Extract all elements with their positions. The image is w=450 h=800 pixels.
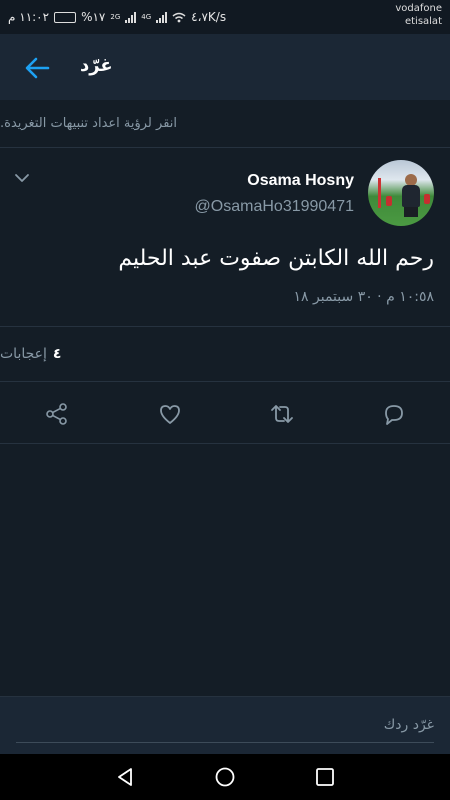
chevron-down-icon[interactable] <box>14 172 30 184</box>
share-icon[interactable] <box>44 401 70 427</box>
battery-level: %١٧ <box>81 10 106 24</box>
author-handle[interactable]: @OsamaHo31990471 <box>195 198 354 216</box>
back-arrow-icon[interactable] <box>24 55 50 81</box>
tweet-timestamp: ١٠:٥٨ م · ٣٠ سبتمبر ١٨ <box>293 289 434 305</box>
page-title: غرّد <box>80 55 113 76</box>
carrier-name-1: vodafone <box>395 3 442 14</box>
signal-icon <box>125 11 137 23</box>
tweet-activity-prompt-text: انقر لرؤية اعداد تنبيهات التغريدة. <box>0 116 178 131</box>
clock: ١١:٠٢ م <box>8 10 50 24</box>
avatar[interactable] <box>368 160 434 226</box>
nav-recents-icon[interactable] <box>314 766 336 788</box>
author-display-name[interactable]: Osama Hosny <box>247 172 354 190</box>
status-indicators: ١١:٠٢ م %١٧ 2G 4G ٤،٧K/s <box>8 10 226 24</box>
like-icon[interactable] <box>157 401 183 427</box>
network-4g-label: 4G <box>141 13 152 21</box>
retweet-icon[interactable] <box>269 401 295 427</box>
likes-summary[interactable]: ٤ إعجابات <box>0 326 450 382</box>
nav-back-icon[interactable] <box>114 766 136 788</box>
likes-count: ٤ <box>52 346 62 362</box>
signal-icon-2 <box>156 11 168 23</box>
system-navigation-bar <box>0 754 450 800</box>
wifi-icon <box>172 12 186 22</box>
app-header: غرّد <box>0 34 450 100</box>
network-speed: ٤،٧K/s <box>191 10 227 24</box>
nav-home-icon[interactable] <box>214 766 236 788</box>
reply-input[interactable] <box>16 707 434 743</box>
likes-label: إعجابات <box>0 346 47 362</box>
tweet-activity-prompt[interactable]: انقر لرؤية اعداد تنبيهات التغريدة. <box>0 100 450 148</box>
network-2g-label: 2G <box>110 13 121 21</box>
carrier-info: vodafone etisalat <box>395 2 442 28</box>
status-bar: ١١:٠٢ م %١٧ 2G 4G ٤،٧K/s vodafone etisal… <box>0 0 450 34</box>
reply-composer <box>0 696 450 754</box>
carrier-name-2: etisalat <box>404 16 442 27</box>
reply-icon[interactable] <box>381 401 407 427</box>
battery-icon <box>54 11 77 23</box>
tweet-actions <box>0 382 450 444</box>
tweet-text: رحم الله الكابتن صفوت عبد الحليم <box>118 246 434 271</box>
